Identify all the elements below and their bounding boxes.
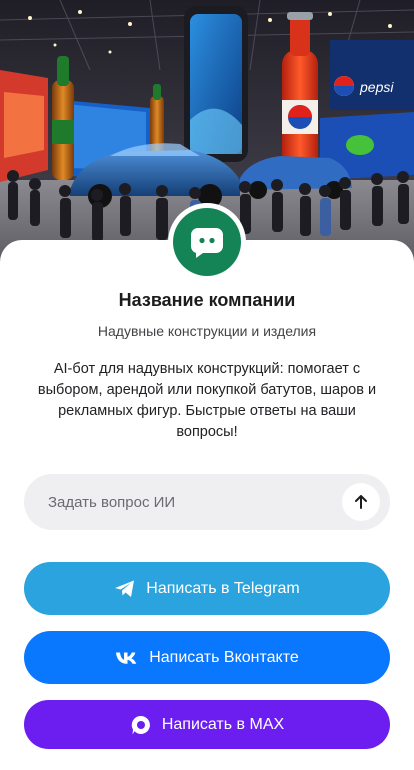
vk-button-label: Написать Вконтакте	[149, 648, 299, 666]
telegram-button[interactable]: Написать в Telegram	[24, 562, 390, 615]
svg-text:pepsi: pepsi	[359, 79, 394, 95]
telegram-button-label: Написать в Telegram	[146, 579, 300, 597]
arrow-up-icon	[355, 495, 367, 509]
ask-ai-bar	[24, 474, 390, 530]
company-name: Название компании	[118, 290, 296, 310]
max-icon	[131, 715, 150, 734]
vk-icon	[116, 652, 137, 664]
company-description: AI-бот для надувных конструкций: помогае…	[37, 361, 377, 440]
chat-bubble-icon	[173, 208, 241, 276]
ask-ai-input[interactable]	[48, 493, 342, 511]
max-button[interactable]: Написать в MAX	[24, 700, 390, 749]
vk-button[interactable]: Написать Вконтакте	[24, 631, 390, 684]
telegram-icon	[115, 580, 135, 597]
max-button-label: Написать в MAX	[161, 715, 285, 733]
company-tagline: Надувные конструкции и изделия	[97, 323, 317, 339]
company-avatar	[168, 203, 246, 281]
send-button[interactable]	[342, 483, 380, 521]
